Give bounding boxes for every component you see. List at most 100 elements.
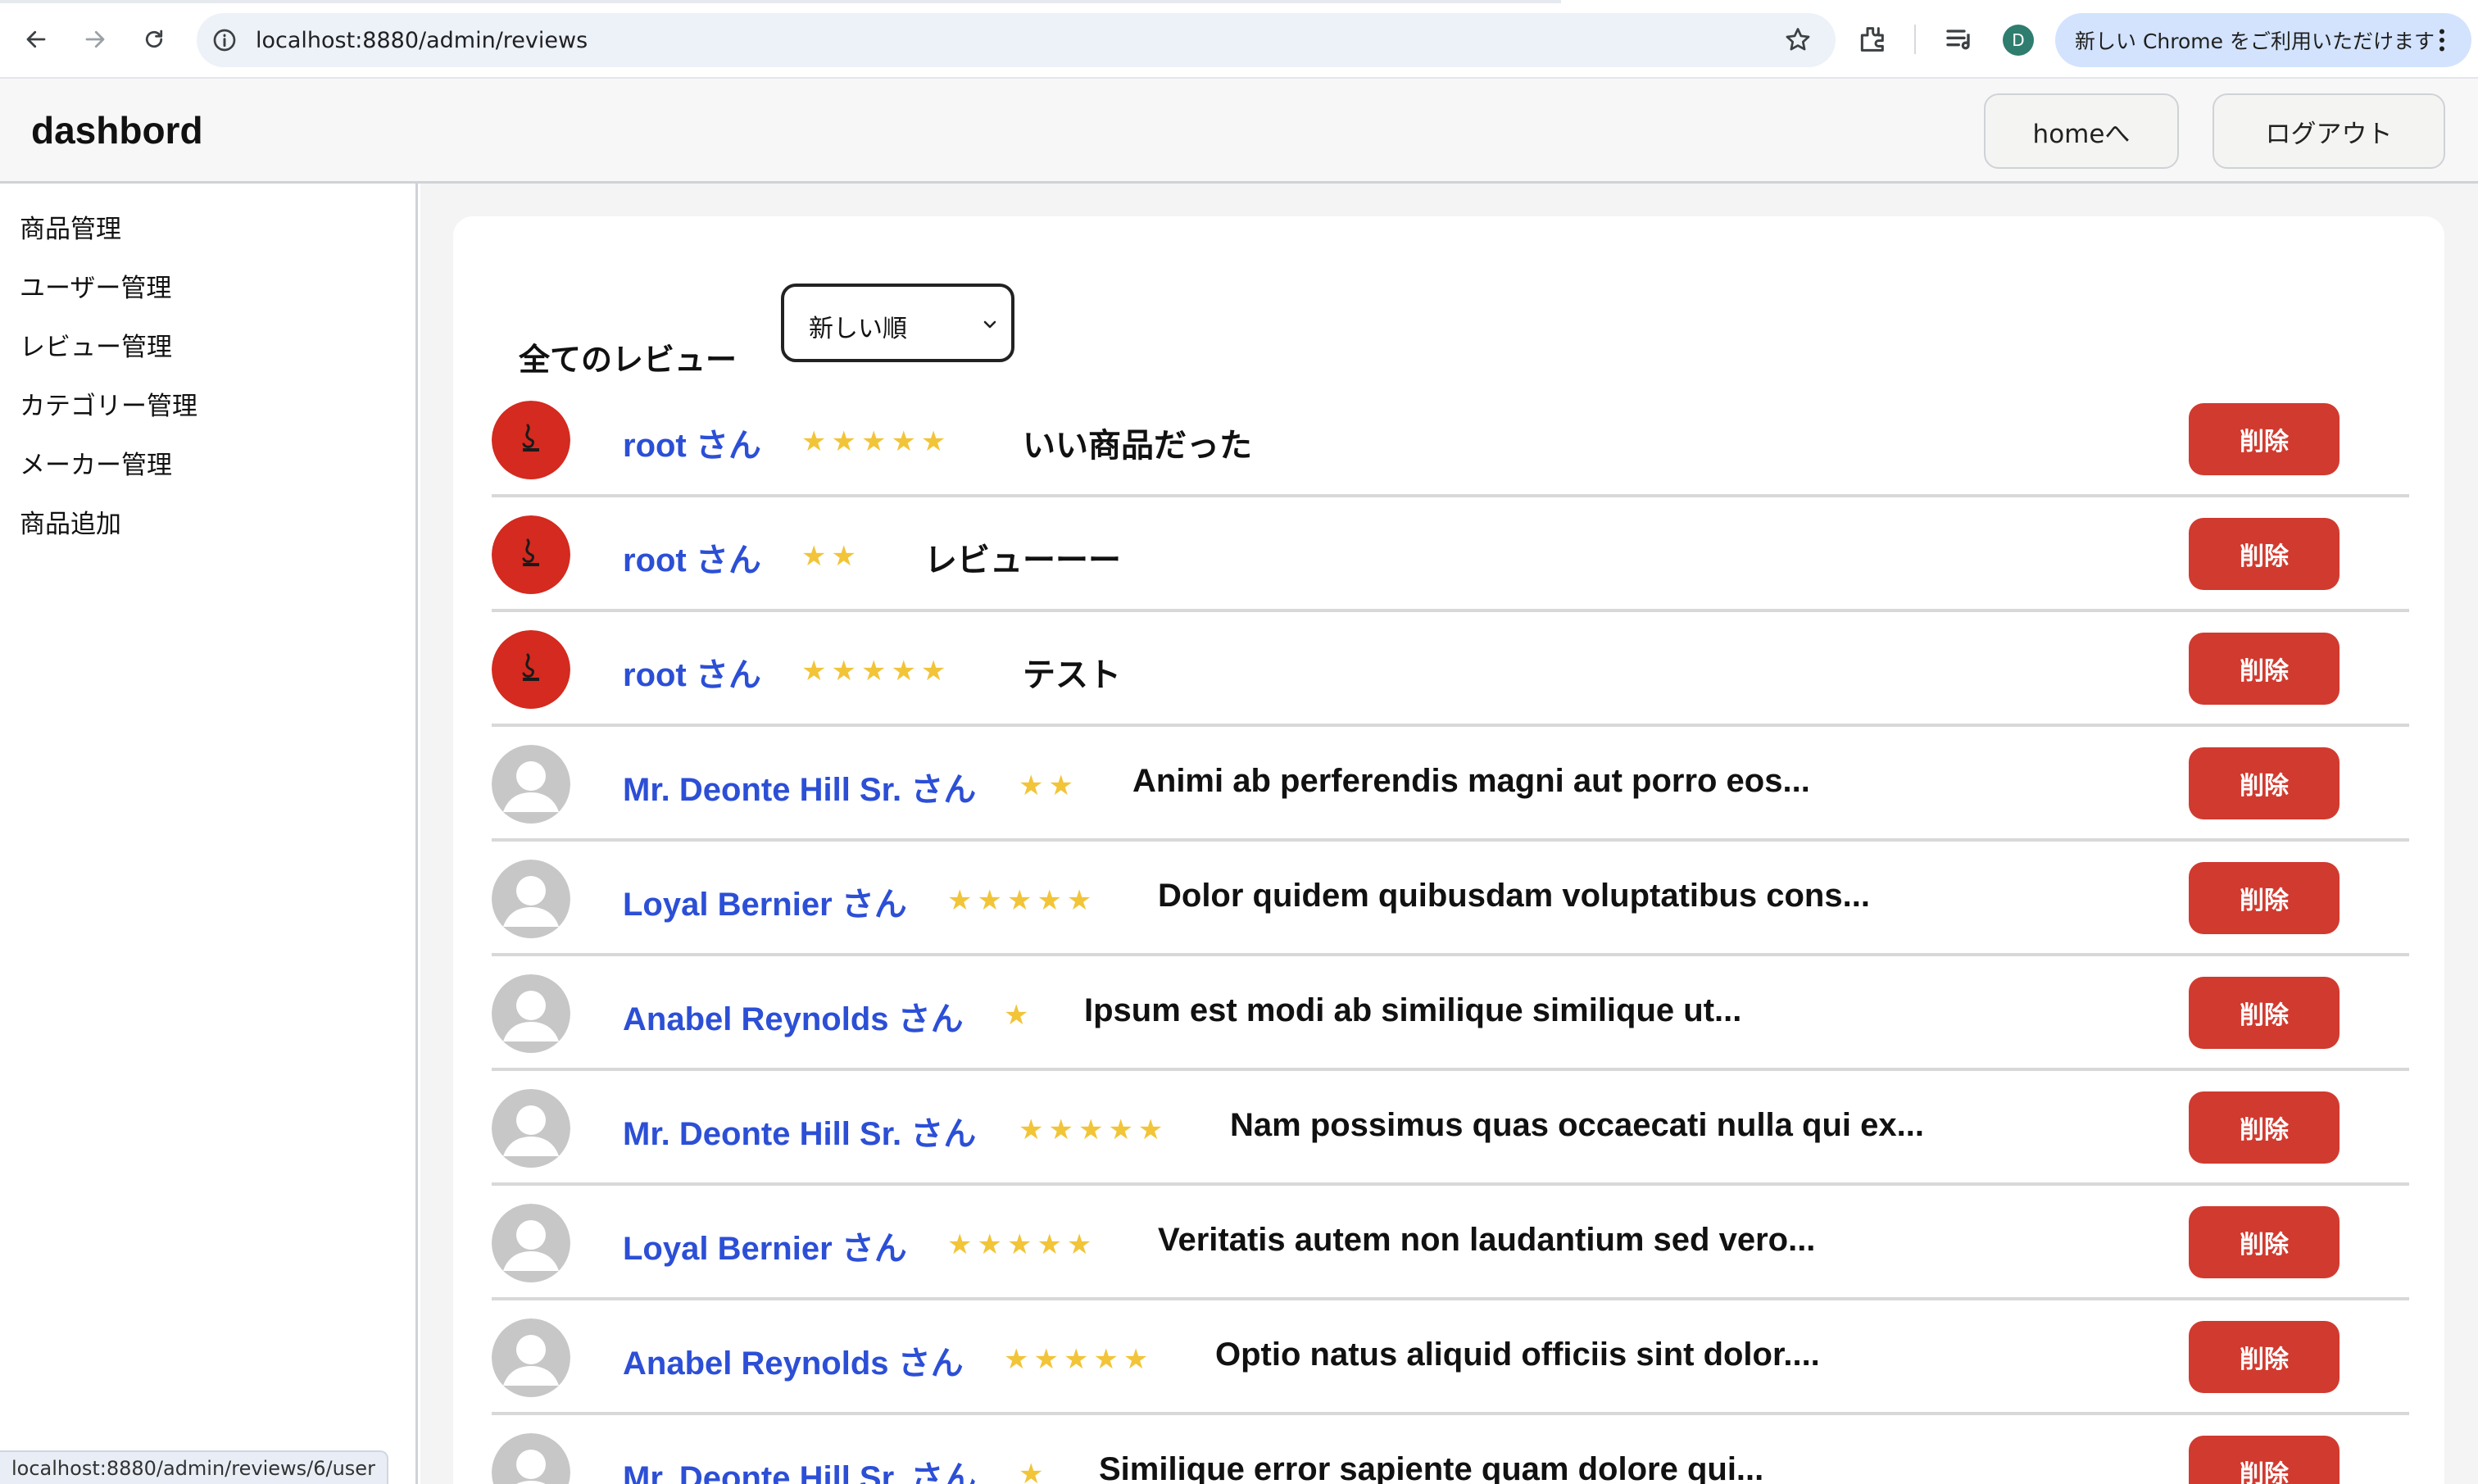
update-chip-label: 新しい Chrome をご利用いただけます [2075, 29, 2435, 53]
page-title: 全てのレビュー [519, 342, 738, 378]
review-text: Similique error sapiente quam dolore qui… [1099, 1451, 1764, 1484]
address-bar[interactable]: localhost:8880/admin/reviews [197, 13, 1836, 67]
star-rating-icon: ★★ [801, 540, 861, 573]
review-user-name[interactable]: Loyal Bernier さん [623, 1222, 907, 1269]
back-button[interactable] [15, 18, 57, 61]
user-avatar-default[interactable] [492, 974, 570, 1053]
extensions-icon[interactable] [1855, 23, 1888, 56]
review-row: root さん ★★★★★ いい商品だった 削除 [492, 383, 2409, 497]
review-row: root さん ★★ レビューーー 削除 [492, 497, 2409, 612]
review-row: Anabel Reynolds さん ★★★★★ Optio natus aliqu… [492, 1300, 2409, 1415]
user-avatar-default[interactable] [492, 1433, 570, 1484]
default-user-icon [492, 1433, 570, 1484]
chrome-update-chip[interactable]: 新しい Chrome をご利用いただけます [2055, 13, 2471, 67]
review-row: Loyal Bernier さん ★★★★★ Dolor quidem quibus… [492, 842, 2409, 956]
sidebar-item-add-product[interactable]: 商品追加 [20, 503, 121, 540]
default-user-icon [492, 745, 570, 824]
review-user-name[interactable]: root さん [623, 533, 761, 581]
sidebar-item-products[interactable]: 商品管理 [20, 208, 121, 245]
review-user-name[interactable]: Mr. Deonte Hill Sr. さん [623, 1107, 976, 1155]
link-status-bar: localhost:8880/admin/reviews/6/user [0, 1450, 388, 1484]
review-user-name[interactable]: root さん [623, 648, 761, 696]
user-avatar-default[interactable] [492, 745, 570, 824]
sidebar-item-users[interactable]: ユーザー管理 [20, 267, 171, 304]
user-avatar-custom[interactable] [492, 515, 570, 594]
review-text: Dolor quidem quibusdam voluptatibus cons… [1158, 878, 1870, 914]
user-avatar-default[interactable] [492, 1089, 570, 1168]
review-text: レビューーー [924, 542, 1121, 579]
default-user-icon [492, 1089, 570, 1168]
user-avatar-custom[interactable] [492, 630, 570, 709]
brand-title[interactable]: dashbord [31, 108, 203, 152]
review-row: Mr. Deonte Hill Sr. さん ★★ Animi ab perfere… [492, 727, 2409, 842]
custom-avatar-icon [492, 515, 570, 594]
star-rating-icon: ★ [1019, 1458, 1049, 1484]
app-header: dashbord homeへ ログアウト [0, 79, 2478, 184]
default-user-icon [492, 860, 570, 938]
star-rating-icon: ★★ [1019, 769, 1078, 802]
delete-button[interactable]: 削除 [2189, 1206, 2340, 1278]
reload-button[interactable] [133, 18, 175, 61]
review-text: テスト [1023, 657, 1121, 693]
home-button[interactable]: homeへ [1984, 93, 2179, 169]
user-avatar-default[interactable] [492, 1318, 570, 1397]
user-avatar-custom[interactable] [492, 401, 570, 479]
user-avatar-default[interactable] [492, 860, 570, 938]
custom-avatar-icon [492, 630, 570, 709]
more-vert-icon[interactable] [2427, 24, 2457, 57]
review-row: root さん ★★★★★ テスト 削除 [492, 612, 2409, 727]
review-row: Mr. Deonte Hill Sr. さん ★ Similique error s… [492, 1415, 2409, 1484]
logout-button[interactable]: ログアウト [2212, 93, 2445, 169]
star-rating-icon: ★★★★★ [947, 1228, 1097, 1261]
arrow-left-icon [26, 30, 46, 48]
bookmark-star-icon[interactable] [1783, 25, 1813, 55]
user-avatar-default[interactable] [492, 1204, 570, 1282]
review-user-name[interactable]: Anabel Reynolds さん [623, 1337, 964, 1384]
review-user-name[interactable]: Mr. Deonte Hill Sr. さん [623, 1451, 976, 1484]
review-text: Ipsum est modi ab similique similique ut… [1084, 992, 1742, 1028]
review-user-name[interactable]: Mr. Deonte Hill Sr. さん [623, 763, 976, 810]
delete-button[interactable]: 削除 [2189, 1436, 2340, 1484]
forward-button[interactable] [74, 18, 116, 61]
delete-button[interactable]: 削除 [2189, 977, 2340, 1049]
sidebar-item-makers[interactable]: メーカー管理 [20, 444, 172, 481]
delete-button[interactable]: 削除 [2189, 1321, 2340, 1393]
browser-toolbar: localhost:8880/admin/reviews D 新しい Chrom… [0, 0, 2478, 79]
custom-avatar-icon [492, 401, 570, 479]
delete-button[interactable]: 削除 [2189, 633, 2340, 705]
default-user-icon [492, 1204, 570, 1282]
page-load-progress [0, 0, 1562, 3]
review-text: Optio natus aliquid officiis sint dolor.… [1215, 1337, 1820, 1373]
chevron-down-icon [983, 320, 996, 329]
star-rating-icon: ★ [1004, 999, 1034, 1032]
review-text: Veritatis autem non laudantium sed vero.… [1158, 1222, 1816, 1258]
url-text: localhost:8880/admin/reviews [256, 28, 588, 53]
sidebar: 商品管理 ユーザー管理 レビュー管理 カテゴリー管理 メーカー管理 商品追加 [0, 184, 418, 1484]
delete-button[interactable]: 削除 [2189, 747, 2340, 819]
sidebar-item-reviews[interactable]: レビュー管理 [20, 326, 172, 363]
review-text: Nam possimus quas occaecati nulla qui ex… [1230, 1107, 1924, 1143]
toolbar-divider [1914, 25, 1916, 54]
star-rating-icon: ★★★★★ [1019, 1114, 1169, 1146]
site-info-icon[interactable] [211, 27, 238, 53]
sort-select[interactable]: 新しい順 [781, 284, 1014, 362]
review-user-name[interactable]: root さん [623, 419, 761, 466]
star-rating-icon: ★★★★★ [947, 884, 1097, 917]
sidebar-item-categories[interactable]: カテゴリー管理 [20, 385, 197, 422]
media-controls-icon[interactable] [1944, 23, 1976, 56]
review-list: root さん ★★★★★ いい商品だった 削除 root さん ★★ レビューーー 削除 ro… [492, 383, 2409, 1484]
review-user-name[interactable]: Loyal Bernier さん [623, 878, 907, 925]
default-user-icon [492, 974, 570, 1053]
star-rating-icon: ★★★★★ [801, 655, 951, 688]
review-user-name[interactable]: Anabel Reynolds さん [623, 992, 964, 1040]
delete-button[interactable]: 削除 [2189, 403, 2340, 475]
delete-button[interactable]: 削除 [2189, 1091, 2340, 1164]
delete-button[interactable]: 削除 [2189, 862, 2340, 934]
sort-selected-value: 新しい順 [809, 315, 907, 343]
reload-icon [145, 29, 163, 48]
delete-button[interactable]: 削除 [2189, 518, 2340, 590]
profile-avatar[interactable]: D [2003, 25, 2034, 56]
arrow-right-icon [85, 30, 105, 48]
review-row: Loyal Bernier さん ★★★★★ Veritatis autem non… [492, 1186, 2409, 1300]
star-rating-icon: ★★★★★ [801, 425, 951, 458]
